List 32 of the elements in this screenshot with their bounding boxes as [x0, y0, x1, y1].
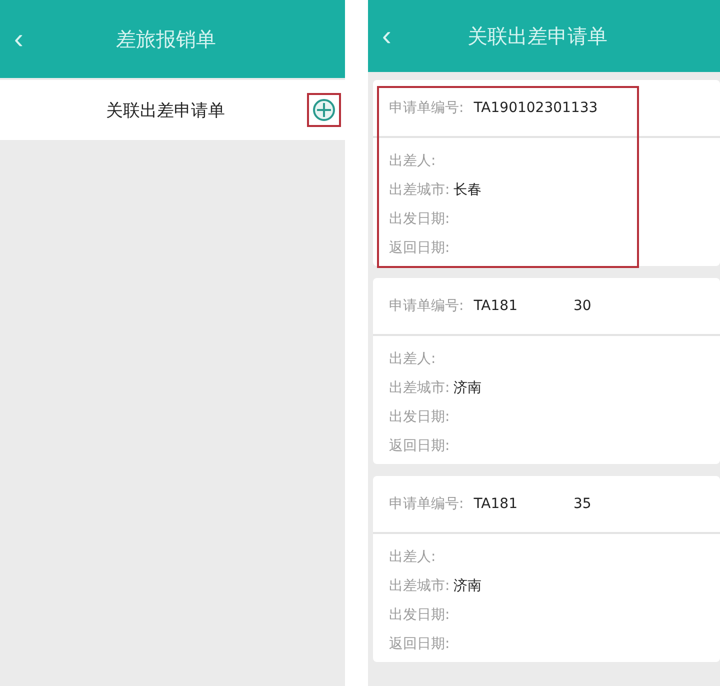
- screen-title: 差旅报销单: [115, 26, 218, 52]
- field-value: 35: [573, 496, 592, 512]
- field-label: 返回日期:: [389, 238, 450, 256]
- field-label: 出发日期:: [389, 210, 450, 228]
- screen-title: 关联出差申请单: [466, 22, 609, 50]
- request-card[interactable]: 申请单编号: TA190102301133 出差人: 出差城市: 长春 出发日期: 返回日期:: [373, 80, 720, 266]
- field-label: 申请单编号:: [389, 99, 464, 117]
- add-circle-icon: [312, 98, 336, 122]
- field-label: 出发日期:: [389, 408, 450, 426]
- field-label: 出差城市:: [389, 180, 450, 198]
- field-value: 长春: [454, 180, 482, 198]
- add-button[interactable]: [307, 93, 341, 127]
- field-value: TA181: [474, 298, 518, 314]
- field-label: 出差城市:: [389, 378, 450, 396]
- row-label: 关联出差申请单: [105, 100, 226, 122]
- field-label: 申请单编号:: [389, 297, 464, 315]
- field-value: 济南: [454, 378, 482, 396]
- field-label: 申请单编号:: [389, 495, 464, 513]
- field-value: TA181: [474, 496, 518, 512]
- request-card[interactable]: 申请单编号: TA181 30 出差人: 出差城市: 济南 出发日期: 返回日期:: [373, 278, 720, 464]
- field-label: 出差人:: [389, 548, 436, 566]
- field-label: 出发日期:: [389, 606, 450, 624]
- field-label: 返回日期:: [389, 436, 450, 454]
- field-label: 出差人:: [389, 152, 436, 170]
- field-label: 出差城市:: [389, 576, 450, 594]
- field-value: 济南: [454, 576, 482, 594]
- request-card[interactable]: 申请单编号: TA181 35 出差人: 出差城市: 济南 出发日期: 返回日期:: [373, 476, 720, 662]
- field-label: 返回日期:: [389, 634, 450, 652]
- field-value: 30: [573, 298, 592, 314]
- field-label: 出差人:: [389, 350, 436, 368]
- field-value: TA190102301133: [474, 100, 598, 116]
- list-row[interactable]: 关联出差申请单: [0, 80, 345, 140]
